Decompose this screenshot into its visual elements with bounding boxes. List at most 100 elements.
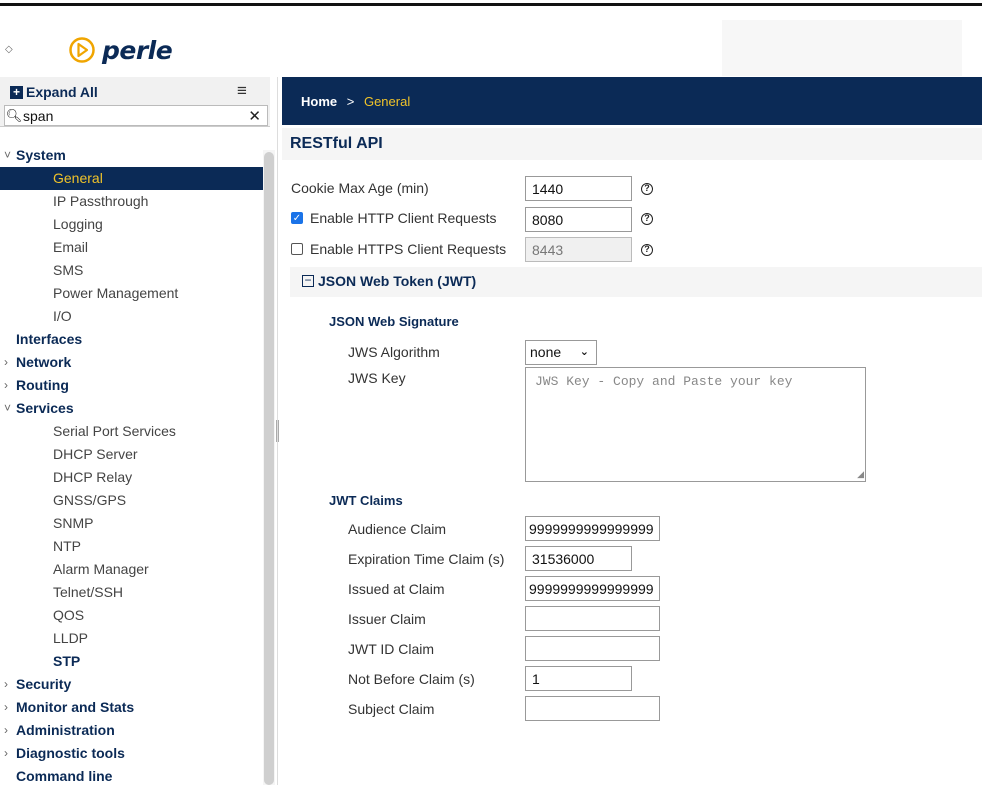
enable-https-label: Enable HTTPS Client Requests <box>310 241 507 257</box>
sidebar-item-interfaces[interactable]: Interfaces <box>0 328 264 351</box>
sidebar-item-label: I/O <box>53 308 72 324</box>
sidebar-item-gnss-gps[interactable]: GNSS/GPS <box>0 489 264 512</box>
https-help-icon[interactable]: ? <box>641 244 653 256</box>
jws-algorithm-value: none <box>530 344 562 360</box>
not-before-claim-input[interactable] <box>525 666 632 691</box>
sidebar-item-label: STP <box>53 653 81 669</box>
perle-logo[interactable]: perle <box>68 30 173 70</box>
expiration-claim-input[interactable] <box>525 546 632 571</box>
sidebar-item-system[interactable]: ˅ System <box>0 144 264 167</box>
jws-key-label: JWS Key <box>348 370 406 386</box>
chevron-down-icon: ˅ <box>4 148 12 162</box>
http-port-input[interactable] <box>525 207 632 232</box>
sidebar-item-telnet-ssh[interactable]: Telnet/SSH <box>0 581 264 604</box>
jwt-id-claim-input[interactable] <box>525 636 660 661</box>
chevron-right-icon: › <box>4 700 8 714</box>
enable-https-checkbox[interactable] <box>291 243 303 255</box>
breadcrumb-current: General <box>363 94 411 109</box>
sidebar-item-email[interactable]: Email <box>0 236 264 259</box>
clear-search-icon[interactable]: ✕ <box>248 107 261 125</box>
breadcrumb-separator: > <box>346 94 355 109</box>
sidebar-item-label: Email <box>53 239 89 255</box>
brand-name: perle <box>102 35 173 65</box>
sidebar-item-stp[interactable]: STP <box>0 650 264 673</box>
nav-tree: ˅ System General IP Passthrough Logging Email… <box>0 144 264 785</box>
sidebar-item-lldp[interactable]: LLDP <box>0 627 264 650</box>
cookie-max-age-input[interactable] <box>525 176 632 201</box>
sidebar-item-label: IP Passthrough <box>53 193 149 209</box>
sidebar-item-routing[interactable]: › Routing <box>0 374 264 397</box>
sidebar-item-label: DHCP Server <box>53 446 138 462</box>
enable-http-checkbox[interactable]: ✓ <box>291 212 303 224</box>
cookie-max-age-help-icon[interactable]: ? <box>641 183 653 195</box>
https-port-input[interactable] <box>525 237 632 262</box>
sidebar-item-label: NTP <box>53 538 81 554</box>
pane-splitter-handle[interactable] <box>276 420 279 442</box>
sidebar-item-general[interactable]: General <box>0 167 264 190</box>
jwt-group-title: JSON Web Token (JWT) <box>318 273 477 289</box>
sidebar-item-label: Administration <box>16 722 115 738</box>
sidebar: + Expand All ≡ 🔍︎ ✕ ˅ System General IP Pas… <box>0 77 278 785</box>
sidebar-item-label: Security <box>16 676 72 692</box>
sidebar-item-administration[interactable]: › Administration <box>0 719 264 742</box>
sidebar-item-sms[interactable]: SMS <box>0 259 264 282</box>
sidebar-item-i-o[interactable]: I/O <box>0 305 264 328</box>
sidebar-item-serial-port-services[interactable]: Serial Port Services <box>0 420 264 443</box>
search-icon: 🔍︎ <box>5 107 23 123</box>
sidebar-item-label: DHCP Relay <box>53 469 133 485</box>
issued-at-claim-input[interactable] <box>525 576 660 601</box>
sidebar-item-alarm-manager[interactable]: Alarm Manager <box>0 558 264 581</box>
sidebar-item-security[interactable]: › Security <box>0 673 264 696</box>
breadcrumb-bar: Home > General <box>282 77 982 125</box>
jws-algorithm-select[interactable]: none ⌄ <box>525 340 597 365</box>
sidebar-item-ip-passthrough[interactable]: IP Passthrough <box>0 190 264 213</box>
sidebar-item-ntp[interactable]: NTP <box>0 535 264 558</box>
sidebar-item-label: SMS <box>53 262 84 278</box>
sidebar-item-snmp[interactable]: SNMP <box>0 512 264 535</box>
collapse-minus-icon: − <box>302 274 314 287</box>
chevron-right-icon: › <box>4 677 8 691</box>
sidebar-item-dhcp-server[interactable]: DHCP Server <box>0 443 264 466</box>
scrollbar-thumb[interactable] <box>264 152 274 785</box>
sidebar-item-label: LLDP <box>53 630 89 646</box>
app-header: ◇ perle <box>0 6 982 76</box>
subject-claim-input[interactable] <box>525 696 660 721</box>
issued-at-claim-label: Issued at Claim <box>348 581 445 597</box>
sidebar-item-label: Services <box>16 400 74 416</box>
sidebar-item-label: Alarm Manager <box>53 561 149 577</box>
sidebar-item-network[interactable]: › Network <box>0 351 264 374</box>
sidebar-item-services[interactable]: ˅ Services <box>0 397 264 420</box>
sidebar-item-label: Diagnostic tools <box>16 745 125 761</box>
chevron-right-icon: › <box>4 355 8 369</box>
audience-claim-input[interactable] <box>525 516 660 541</box>
perle-logo-icon <box>69 37 95 63</box>
section-title: RESTful API <box>290 135 383 152</box>
collapse-arrow-icon[interactable]: ◇ <box>5 44 13 55</box>
jwt-claims-heading: JWT Claims <box>329 493 403 508</box>
issuer-claim-input[interactable] <box>525 606 660 631</box>
sidebar-item-logging[interactable]: Logging <box>0 213 264 236</box>
sidebar-toolbar: + Expand All ≡ 🔍︎ ✕ <box>0 77 270 127</box>
section-header: RESTful API <box>282 128 982 160</box>
jwt-group-header[interactable]: − JSON Web Token (JWT) <box>290 267 982 297</box>
sidebar-item-power-management[interactable]: Power Management <box>0 282 264 305</box>
sidebar-item-label: Serial Port Services <box>53 423 176 439</box>
expand-all-button[interactable]: + Expand All <box>10 84 98 100</box>
not-before-claim-label: Not Before Claim (s) <box>348 671 475 687</box>
sidebar-item-label: Routing <box>16 377 69 393</box>
sidebar-item-qos[interactable]: QOS <box>0 604 264 627</box>
jws-key-textarea[interactable]: JWS Key - Copy and Paste your key ◢ <box>525 367 866 482</box>
http-help-icon[interactable]: ? <box>641 213 653 225</box>
sidebar-item-monitor-and-stats[interactable]: › Monitor and Stats <box>0 696 264 719</box>
sidebar-item-diagnostic-tools[interactable]: › Diagnostic tools <box>0 742 264 765</box>
resize-grip-icon[interactable]: ◢ <box>857 470 864 480</box>
breadcrumb-home-link[interactable]: Home <box>301 94 337 109</box>
sidebar-item-dhcp-relay[interactable]: DHCP Relay <box>0 466 264 489</box>
search-input[interactable] <box>23 107 243 124</box>
chevron-down-icon: ˅ <box>4 401 12 415</box>
sidebar-item-command-line[interactable]: Command line <box>0 765 264 785</box>
expiration-claim-label: Expiration Time Claim (s) <box>348 551 505 567</box>
breadcrumb: Home > General <box>301 94 410 109</box>
sidebar-item-label: General <box>53 170 103 186</box>
hamburger-menu-icon[interactable]: ≡ <box>237 81 247 101</box>
